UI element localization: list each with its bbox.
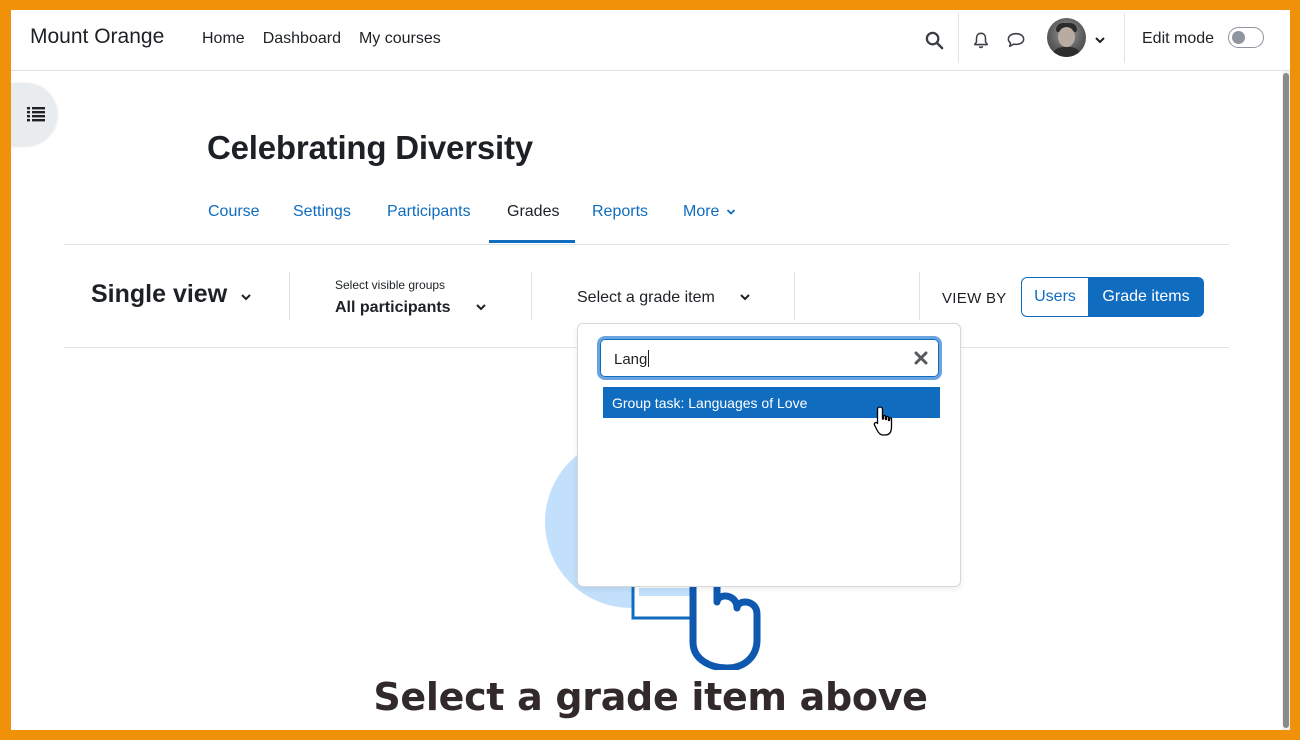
site-brand[interactable]: Mount Orange (30, 25, 164, 49)
edit-mode-label: Edit mode (1142, 30, 1215, 47)
grade-item-search-input[interactable]: Lang (597, 336, 942, 380)
top-navbar: Mount Orange Home Dashboard My courses E… (11, 10, 1290, 71)
groups-chevron-down-icon[interactable] (475, 302, 487, 312)
report-selector[interactable]: Single view (91, 280, 252, 309)
tab-more-label: More (683, 203, 720, 220)
grade-item-selector-label: Select a grade item (577, 289, 715, 306)
tab-more[interactable]: More (683, 203, 736, 221)
groups-selector-label: Select visible groups (335, 278, 446, 292)
primary-navigation: Home Dashboard My courses (202, 30, 459, 48)
course-index-drawer-button[interactable] (11, 83, 57, 145)
tab-grades[interactable]: Grades (507, 203, 559, 221)
view-by-users-button[interactable]: Users (1021, 277, 1089, 317)
nav-dashboard[interactable]: Dashboard (263, 30, 341, 48)
nav-home[interactable]: Home (202, 30, 245, 48)
notifications-bell-icon[interactable] (968, 27, 994, 53)
page-title: Celebrating Diversity (207, 129, 533, 166)
user-menu-chevron-down-icon[interactable] (1087, 27, 1113, 53)
app-window: Mount Orange Home Dashboard My courses E… (11, 10, 1290, 730)
page-scrollbar[interactable] (1282, 71, 1290, 730)
grade-item-selector[interactable]: Select a grade item (577, 289, 751, 307)
toolbar-divider (794, 272, 795, 320)
navbar-divider (1124, 13, 1125, 63)
empty-state-title: Select a grade item above (373, 675, 928, 719)
tab-settings[interactable]: Settings (293, 203, 351, 221)
grade-item-search-dropdown: Lang Group task: Languages of Love (577, 323, 961, 587)
chevron-down-icon (241, 294, 251, 301)
tab-participants[interactable]: Participants (387, 203, 471, 221)
user-avatar[interactable] (1047, 18, 1086, 57)
view-by-label: VIEW BY (942, 290, 1007, 307)
toolbar-divider (919, 272, 920, 320)
clear-search-icon[interactable] (914, 351, 928, 365)
messages-chat-icon[interactable] (1003, 27, 1029, 53)
hand-pointer-cursor-icon (873, 406, 893, 436)
list-icon (27, 107, 45, 122)
chevron-down-icon (726, 209, 736, 215)
active-tab-indicator (489, 240, 575, 243)
course-secondary-navigation: Course Settings Participants Grades Repo… (64, 190, 1229, 245)
tab-course[interactable]: Course (208, 203, 260, 221)
groups-selector-value[interactable]: All participants (335, 299, 451, 317)
navbar-divider (958, 13, 959, 63)
toolbar-divider (531, 272, 532, 320)
nav-my-courses[interactable]: My courses (359, 30, 441, 48)
toolbar-divider (289, 272, 290, 320)
tab-reports[interactable]: Reports (592, 203, 648, 221)
chevron-down-icon (740, 294, 751, 301)
view-by-grade-items-button[interactable]: Grade items (1088, 277, 1204, 317)
edit-mode-toggle[interactable] (1228, 27, 1264, 48)
report-selector-label: Single view (91, 280, 228, 308)
search-input-value[interactable]: Lang (614, 350, 650, 368)
search-icon[interactable] (921, 27, 947, 53)
